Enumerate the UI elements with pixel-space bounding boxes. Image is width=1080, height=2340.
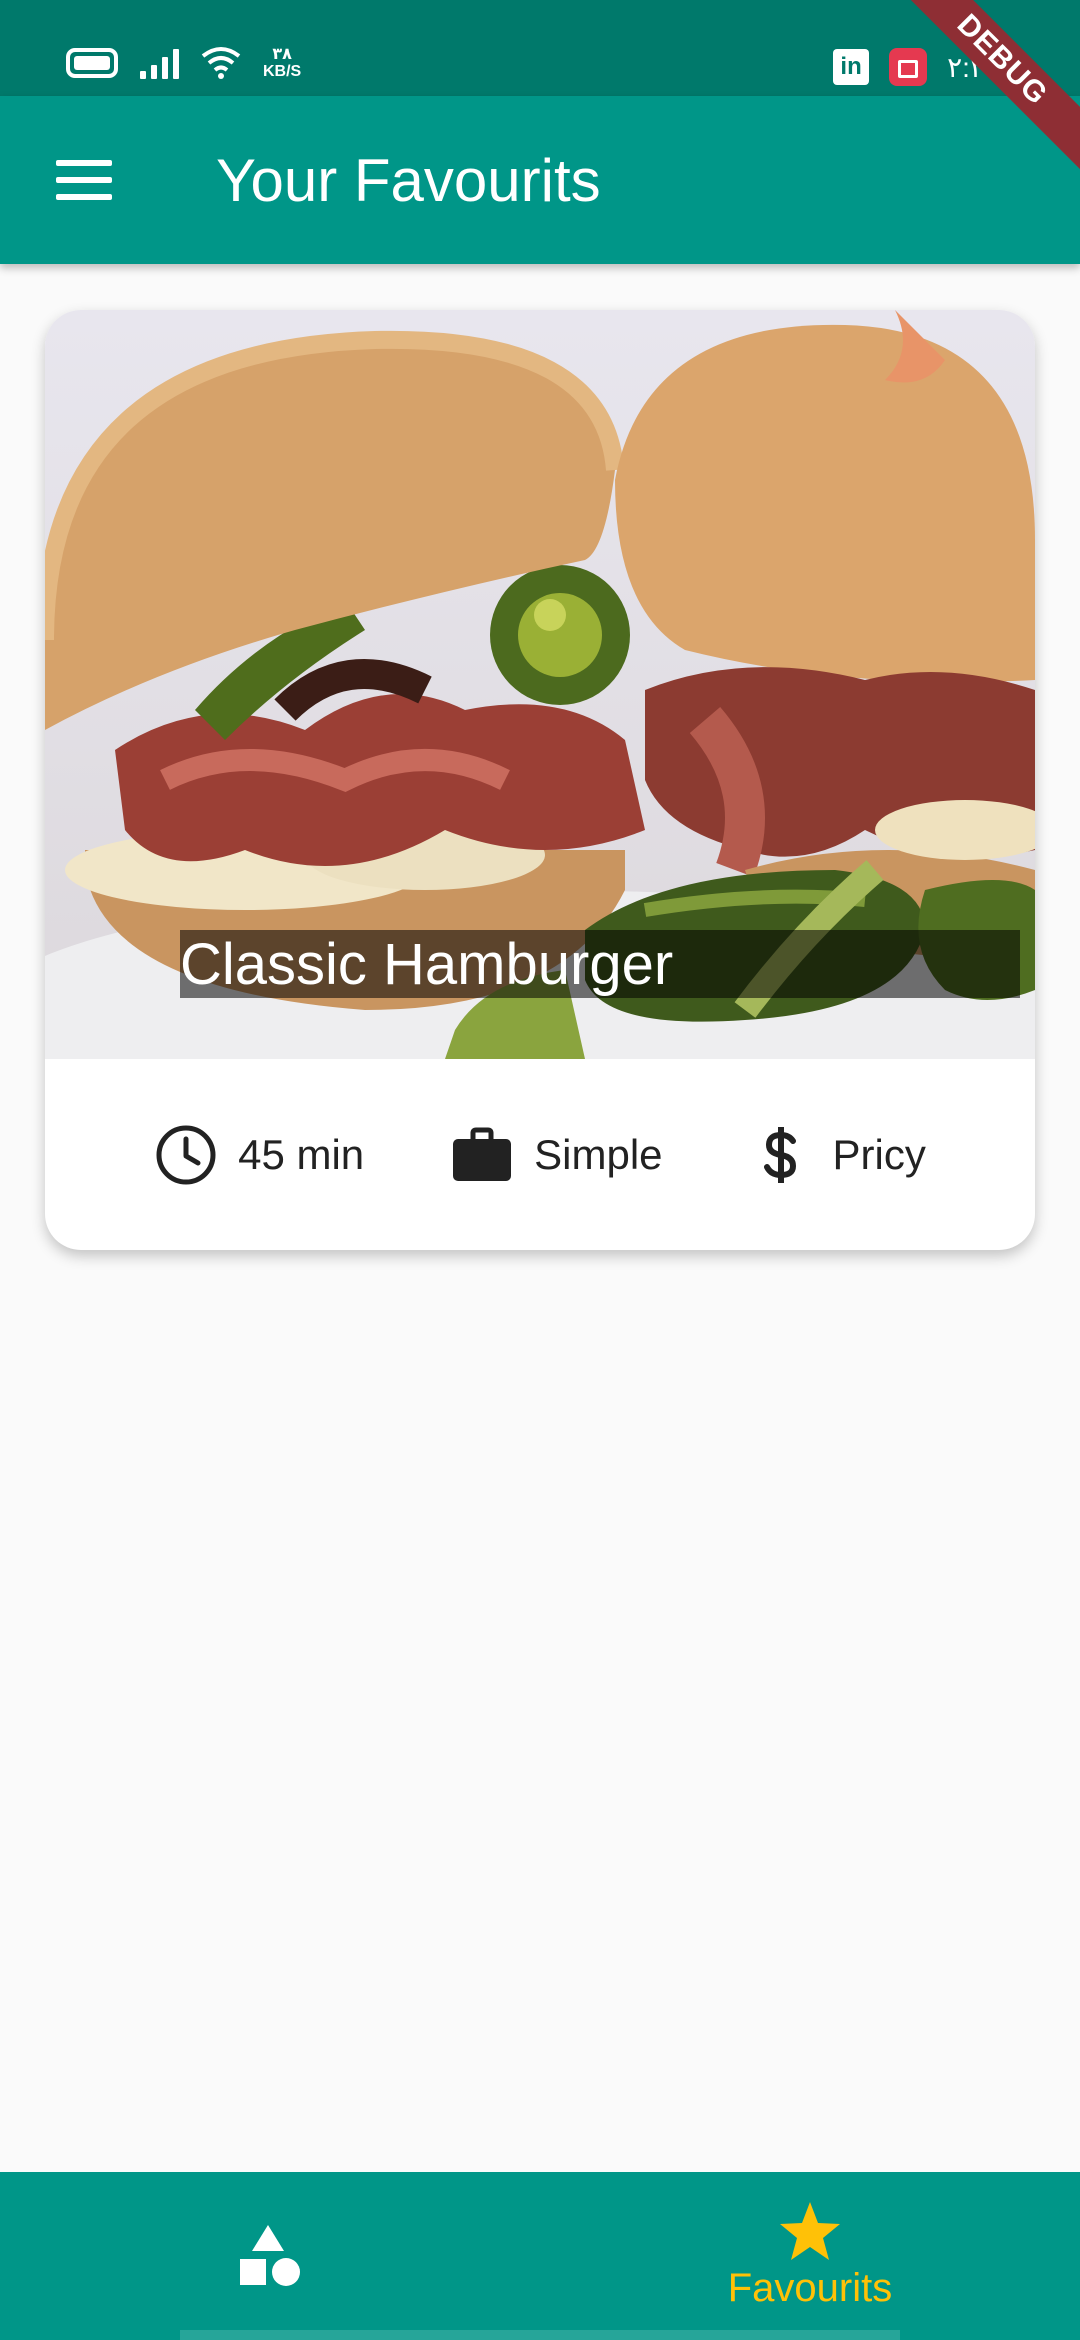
- linkedin-icon: in: [833, 49, 870, 85]
- network-speed: ۳۸ KB/S: [263, 46, 301, 80]
- page-title: Your Favourits: [216, 146, 601, 214]
- app-bar: Your Favourits: [0, 96, 1080, 264]
- clock-icon: [156, 1125, 216, 1184]
- nav-label-favourites: Favourits: [727, 2265, 893, 2310]
- wifi-icon: [201, 47, 241, 79]
- nav-item-categories[interactable]: [0, 2172, 540, 2340]
- signal-icon: [140, 47, 179, 79]
- meal-duration: 45 min: [154, 1123, 364, 1187]
- menu-icon-line: [56, 177, 112, 183]
- menu-icon-line: [56, 194, 112, 200]
- star-icon: [780, 2201, 840, 2260]
- dollar-icon: [763, 1126, 796, 1183]
- meal-complexity-label: Simple: [534, 1130, 663, 1178]
- nav-item-favourites[interactable]: Favourits: [540, 2172, 1080, 2340]
- meal-affordability: Pricy: [749, 1123, 926, 1187]
- meal-affordability-label: Pricy: [832, 1130, 926, 1178]
- network-speed-value: ۳۸: [272, 46, 292, 63]
- menu-icon-line: [56, 160, 112, 166]
- meal-duration-label: 45 min: [238, 1130, 365, 1178]
- briefcase-icon: [453, 1127, 512, 1181]
- screen-record-icon: [889, 48, 928, 86]
- meal-card[interactable]: Classic Hamburger 45 min Simple Pricy: [45, 310, 1035, 1250]
- meal-complexity: Simple: [450, 1123, 663, 1187]
- gesture-bar: [180, 2330, 900, 2340]
- network-speed-unit: KB/S: [263, 63, 302, 80]
- menu-button[interactable]: [56, 160, 112, 200]
- status-icons-left: ۳۸ KB/S: [66, 46, 301, 80]
- meal-title: Classic Hamburger: [180, 932, 674, 997]
- battery-icon: [66, 48, 118, 78]
- bottom-navigation: Favourits: [0, 2172, 1080, 2340]
- meal-image: Classic Hamburger: [45, 310, 1035, 1059]
- category-icon: [240, 2225, 300, 2286]
- status-bar: ۳۸ KB/S in ۲:۲۲: [0, 0, 1080, 96]
- meal-info-row: 45 min Simple Pricy: [45, 1059, 1035, 1250]
